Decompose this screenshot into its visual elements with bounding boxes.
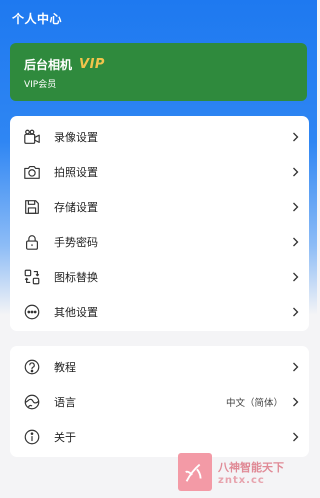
menu-item-other-settings[interactable]: 其他设置 <box>10 294 309 329</box>
lock-icon <box>22 232 42 252</box>
menu-label: 存储设置 <box>54 200 98 214</box>
menu-item-icon-replace[interactable]: 图标替换 <box>10 259 309 294</box>
chevron-right-icon <box>291 237 299 247</box>
menu-item-photo-settings[interactable]: 拍照设置 <box>10 154 309 189</box>
save-icon <box>22 197 42 217</box>
vip-title-row: 后台相机 VIP <box>24 56 105 73</box>
chevron-right-icon <box>291 167 299 177</box>
page-title: 个人中心 <box>12 12 63 26</box>
settings-card: 录像设置 拍照设置 存储设置 手势密码 图标替换 其他设置 <box>10 116 309 331</box>
watermark-line1: 八神智能天下 <box>218 460 284 474</box>
video-camera-icon <box>22 127 42 147</box>
vip-subtitle: VIP会员 <box>24 80 57 90</box>
menu-label: 其他设置 <box>54 305 98 319</box>
vip-app-name: 后台相机 <box>24 58 73 72</box>
menu-label: 语言 <box>54 395 76 409</box>
language-value: 中文（简体） <box>225 397 283 409</box>
chevron-right-icon <box>291 132 299 142</box>
watermark-logo-icon <box>178 453 212 491</box>
chevron-right-icon <box>291 202 299 212</box>
vip-badge: VIP <box>79 57 105 72</box>
chevron-right-icon <box>291 432 299 442</box>
menu-label: 手势密码 <box>54 235 98 249</box>
menu-label: 关于 <box>54 430 76 444</box>
info-card: 教程 语言 中文（简体） 关于 <box>10 346 309 457</box>
watermark-line2: zntx.cc <box>218 474 265 486</box>
menu-item-gesture-password[interactable]: 手势密码 <box>10 224 309 259</box>
chevron-right-icon <box>291 307 299 317</box>
more-icon <box>22 302 42 322</box>
swap-icon <box>22 267 42 287</box>
menu-label: 录像设置 <box>54 130 98 144</box>
chevron-right-icon <box>291 272 299 282</box>
language-icon <box>22 392 42 412</box>
menu-item-language[interactable]: 语言 中文（简体） <box>10 384 309 419</box>
chevron-right-icon <box>291 397 299 407</box>
menu-item-tutorial[interactable]: 教程 <box>10 349 309 384</box>
vip-card[interactable]: 后台相机 VIP VIP会员 <box>10 43 307 101</box>
menu-item-storage-settings[interactable]: 存储设置 <box>10 189 309 224</box>
watermark-text: 八神智能天下 zntx.cc <box>218 459 284 486</box>
help-icon <box>22 357 42 377</box>
menu-label: 拍照设置 <box>54 165 98 179</box>
menu-item-video-settings[interactable]: 录像设置 <box>10 119 309 154</box>
menu-label: 教程 <box>54 360 76 374</box>
menu-label: 图标替换 <box>54 270 98 284</box>
watermark: 八神智能天下 zntx.cc <box>176 446 317 498</box>
chevron-right-icon <box>291 362 299 372</box>
info-icon <box>22 427 42 447</box>
camera-icon <box>22 162 42 182</box>
